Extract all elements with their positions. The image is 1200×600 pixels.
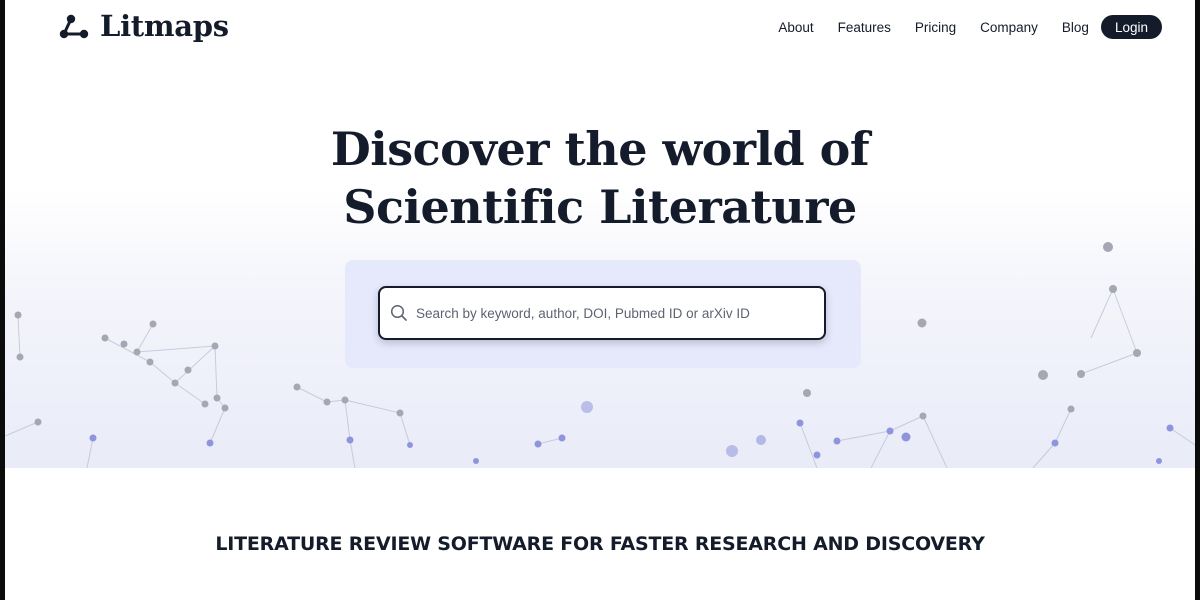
login-button[interactable]: Login [1100, 15, 1162, 39]
frame-left-edge [0, 0, 5, 600]
search-icon [390, 304, 407, 321]
headline-line-1: Discover the world of [330, 122, 870, 176]
frame-right-edge [1195, 0, 1200, 600]
nav-link-company[interactable]: Company [980, 20, 1038, 35]
hero-headline: Discover the world of Scientific Literat… [0, 120, 1200, 236]
search-box[interactable] [378, 286, 826, 340]
section-tagline: LITERATURE REVIEW SOFTWARE FOR FASTER RE… [215, 533, 985, 555]
nav-link-about[interactable]: About [778, 20, 813, 35]
headline-line-2: Scientific Literature [343, 180, 857, 234]
nav-link-blog[interactable]: Blog [1062, 20, 1089, 35]
search-panel [345, 260, 861, 368]
brand-name: Litmaps [100, 9, 229, 43]
brand-logo[interactable]: Litmaps [58, 9, 229, 43]
site-header: Litmaps About Features Pricing Company B… [0, 0, 1200, 56]
top-nav: About Features Pricing Company Blog Logi… [754, 15, 1162, 39]
nav-link-features[interactable]: Features [838, 20, 891, 35]
search-input[interactable] [414, 304, 824, 322]
network-nodes-icon [59, 14, 89, 39]
nav-link-pricing[interactable]: Pricing [915, 20, 956, 35]
